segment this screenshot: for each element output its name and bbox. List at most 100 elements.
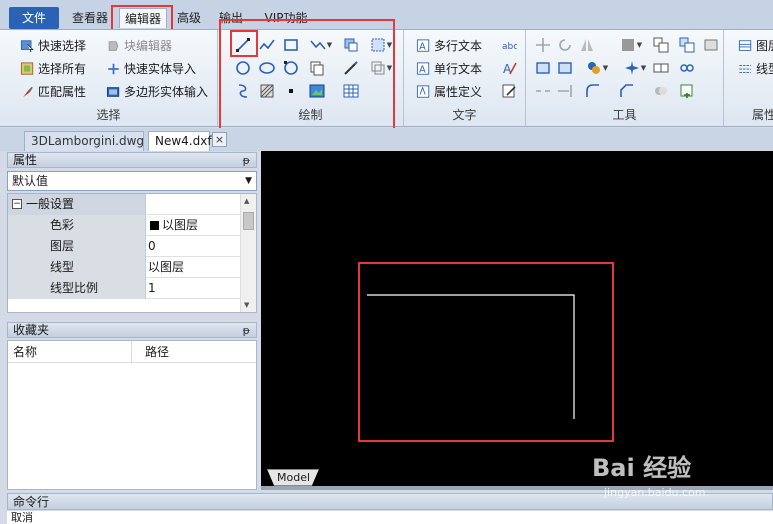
spline-icon <box>310 40 326 50</box>
array-tool[interactable]: ▼ <box>618 36 644 54</box>
property-value[interactable]: 以图层 <box>147 257 240 278</box>
measure-tool[interactable] <box>702 36 720 54</box>
region-tool[interactable]: ▼ <box>368 36 394 54</box>
drawn-polyline[interactable] <box>367 294 575 419</box>
property-value[interactable]: 以图层 <box>147 215 240 236</box>
match-props-button[interactable]: 匹配属性 <box>20 82 86 102</box>
attdef-label: 属性定义 <box>434 85 483 99</box>
block-editor-button[interactable]: 块编辑器 <box>106 36 172 56</box>
extend-tool[interactable] <box>556 82 574 100</box>
tab-editor[interactable]: 编辑器 <box>119 8 167 28</box>
point-tool[interactable] <box>282 82 300 100</box>
group-tool[interactable] <box>652 36 670 54</box>
insert-block-tool[interactable] <box>342 36 360 54</box>
spline-tool[interactable]: ▼ <box>308 36 334 54</box>
svg-text:A: A <box>419 65 426 76</box>
property-key: 图层 <box>8 236 146 257</box>
attach-tool[interactable] <box>678 82 696 100</box>
polygon-entity-input-button[interactable]: 多边形实体输入 <box>106 82 208 102</box>
text-button[interactable]: A 单行文本 <box>416 59 482 79</box>
column-header-path[interactable]: 路径 <box>132 341 256 363</box>
break-tool[interactable] <box>534 82 552 100</box>
copy-tool[interactable] <box>308 59 326 77</box>
link-tool[interactable] <box>678 59 696 77</box>
scale-tool[interactable] <box>534 59 552 77</box>
property-value[interactable]: 0 <box>147 236 240 257</box>
mirror-icon <box>581 39 593 51</box>
layers-button[interactable]: 图层 <box>738 36 773 56</box>
scroll-up-icon[interactable]: ▲ <box>244 197 249 205</box>
pin-icon[interactable]: ᵽ <box>243 323 250 338</box>
drawing-canvas[interactable] <box>261 151 773 489</box>
tab-file[interactable]: 文件 <box>9 7 59 29</box>
left-panel: 属性 ᵽ 默认值 ▼ − 一般设置 色彩 以图层 图层 0 线型 以图层 线型比… <box>0 151 258 491</box>
join-tool[interactable] <box>652 59 670 77</box>
model-tab[interactable]: Model <box>267 469 319 486</box>
property-group-value <box>147 194 240 215</box>
image-tool[interactable] <box>308 82 326 100</box>
property-row-layer[interactable]: 图层 0 <box>8 236 240 257</box>
command-output: 取消 <box>7 511 773 524</box>
quick-select-button[interactable]: 快速选择 <box>20 36 86 56</box>
mtext-button[interactable]: A 多行文本 <box>416 36 482 56</box>
move-tool[interactable] <box>534 36 552 54</box>
select-all-button[interactable]: 选择所有 <box>20 59 86 79</box>
boolean-tool[interactable] <box>652 82 670 100</box>
chevron-down-icon: ▼ <box>245 176 252 186</box>
line-tool[interactable] <box>234 36 252 54</box>
svg-text:A: A <box>419 42 426 53</box>
document-tabs: 3DLamborgini.dwg New4.dxf × <box>0 128 773 151</box>
arc-tool[interactable] <box>282 59 300 77</box>
stretch-tool[interactable] <box>556 59 574 77</box>
tab-vip[interactable]: VIP功能 <box>256 8 316 28</box>
circle-tool[interactable] <box>234 59 252 77</box>
document-tab[interactable]: 3DLamborgini.dwg <box>24 131 144 151</box>
tab-advanced[interactable]: 高级 <box>171 8 207 28</box>
text-style-icon: abc <box>502 42 517 52</box>
helix-tool[interactable] <box>234 82 252 100</box>
property-scrollbar[interactable]: ▲ ▼ <box>240 194 256 312</box>
array-icon <box>621 39 634 51</box>
chamfer-tool[interactable] <box>618 82 636 100</box>
tab-output[interactable]: 输出 <box>213 8 249 28</box>
polyline-tool[interactable] <box>258 36 276 54</box>
tab-viewer[interactable]: 查看器 <box>66 8 114 28</box>
column-header-name[interactable]: 名称 <box>8 341 132 363</box>
text-edit-tool[interactable]: A <box>500 59 518 77</box>
text-find-tool[interactable] <box>500 82 518 100</box>
linetype-button[interactable]: 线型 <box>738 59 773 79</box>
table-tool[interactable] <box>342 82 360 100</box>
property-row-ltscale[interactable]: 线型比例 1 <box>8 278 240 299</box>
props-group-label: 属性 <box>752 108 773 122</box>
rotate-tool[interactable] <box>556 36 574 54</box>
close-tab-button[interactable]: × <box>212 132 227 147</box>
property-row-color[interactable]: 色彩 以图层 <box>8 215 240 236</box>
hatch-tool[interactable] <box>258 82 276 100</box>
pin-icon[interactable]: ᵽ <box>243 153 250 168</box>
attdef-button[interactable]: 属性定义 <box>416 82 482 102</box>
document-tab-active[interactable]: New4.dxf <box>148 131 212 151</box>
fillet-tool[interactable] <box>584 82 602 100</box>
properties-title: 属性 <box>13 153 38 167</box>
ellipse-tool[interactable] <box>258 59 276 77</box>
color-tool[interactable]: ▼ <box>584 59 610 77</box>
text-icon: A <box>416 62 431 76</box>
scroll-down-icon[interactable]: ▼ <box>244 301 249 309</box>
collapse-icon[interactable]: − <box>12 199 22 209</box>
ribbon-group-props: 图层 线型 属性 <box>724 30 773 126</box>
property-value[interactable]: 1 <box>147 278 240 299</box>
explode-tool[interactable]: ▼ <box>622 59 648 77</box>
property-group-row[interactable]: − 一般设置 <box>8 194 240 215</box>
mirror-tool[interactable] <box>578 36 596 54</box>
scrollbar-thumb[interactable] <box>243 212 254 230</box>
quick-entity-import-button[interactable]: 快速实体导入 <box>106 59 196 79</box>
text-style-tool[interactable]: abc <box>500 36 518 54</box>
chevron-down-icon: ▼ <box>602 64 609 72</box>
property-row-linetype[interactable]: 线型 以图层 <box>8 257 240 278</box>
pen-tool[interactable] <box>342 59 360 77</box>
offset-tool[interactable]: ▼ <box>368 59 394 77</box>
point-icon <box>289 89 293 93</box>
properties-dropdown[interactable]: 默认值 ▼ <box>7 171 257 191</box>
ungroup-tool[interactable] <box>678 36 696 54</box>
rectangle-tool[interactable] <box>282 36 300 54</box>
